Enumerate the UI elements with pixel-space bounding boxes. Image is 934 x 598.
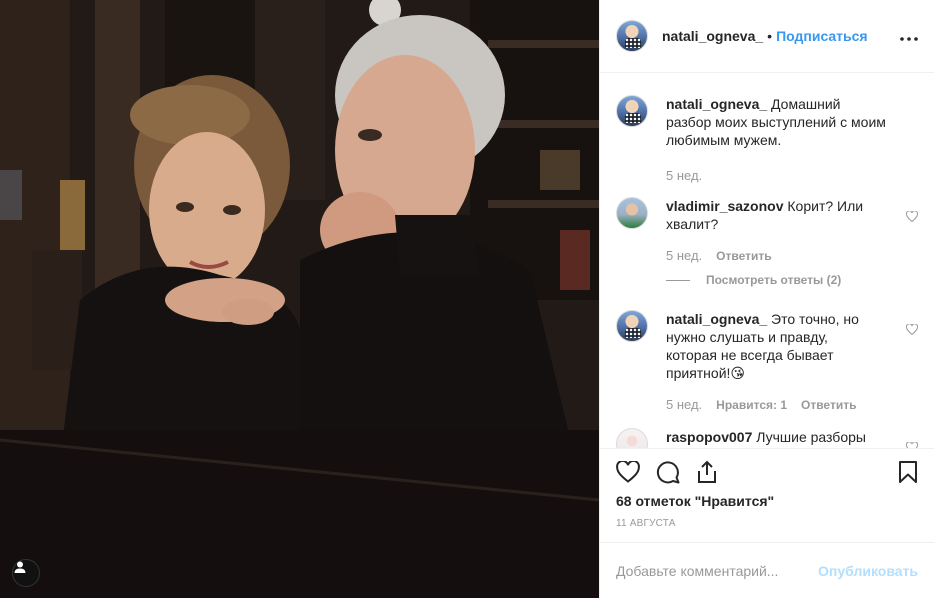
post-header: natali_ogneva_ • Подписаться <box>600 0 934 73</box>
comment-time[interactable]: 5 нед. <box>666 167 702 185</box>
comment-text: Лучшие разборы <box>756 429 866 445</box>
comment-likes[interactable]: Нравится: 1 <box>716 396 787 414</box>
photo-illustration <box>0 0 599 598</box>
header-separator: • <box>767 28 773 44</box>
commenter-avatar[interactable] <box>616 428 648 448</box>
like-icon[interactable] <box>616 453 656 491</box>
bookmark-icon[interactable] <box>878 453 918 491</box>
comment-icon[interactable] <box>656 453 696 491</box>
comment-like-icon[interactable] <box>905 322 919 338</box>
reply-button[interactable]: Ответить <box>801 396 856 414</box>
caption-comment: natali_ogneva_ Домашний разбор моих выст… <box>616 95 918 185</box>
post-actions: 68 отметок "Нравится" 11 августа Опублик… <box>600 448 934 598</box>
add-comment-bar: Опубликовать <box>600 542 934 598</box>
comment-username[interactable]: vladimir_sazonov <box>666 198 784 214</box>
reply-button[interactable]: Ответить <box>716 247 771 265</box>
likes-count[interactable]: 68 отметок "Нравится" <box>616 493 918 509</box>
comment-time[interactable]: 5 нед. <box>666 247 702 265</box>
commenter-avatar[interactable] <box>616 310 648 342</box>
action-icons <box>616 453 918 491</box>
commenter-avatar[interactable] <box>616 197 648 229</box>
commenter-avatar[interactable] <box>616 95 648 127</box>
post-side-panel: natali_ogneva_ • Подписаться natali_ogne… <box>599 0 934 598</box>
comment-like-icon[interactable] <box>905 209 919 225</box>
comment-username[interactable]: raspopov007 <box>666 429 752 445</box>
post-date[interactable]: 11 августа <box>616 518 918 529</box>
comment-input[interactable] <box>616 562 819 579</box>
comment-item: raspopov007 Лучшие разборы <box>616 428 919 448</box>
follow-button[interactable]: Подписаться <box>776 28 868 44</box>
comment-username[interactable]: natali_ogneva_ <box>666 311 767 327</box>
replies-divider <box>666 279 690 281</box>
post-modal: natali_ogneva_ • Подписаться natali_ogne… <box>0 0 934 598</box>
post-photo[interactable] <box>0 0 599 598</box>
view-replies-label: Посмотреть ответы (2) <box>706 273 842 287</box>
comment-item: vladimir_sazonov Корит? Или хвалит? 5 не… <box>616 197 919 265</box>
view-replies-button[interactable]: Посмотреть ответы (2) <box>666 273 918 287</box>
author-avatar[interactable] <box>616 20 648 52</box>
comment-time[interactable]: 5 нед. <box>666 396 702 414</box>
share-icon[interactable] <box>696 453 736 491</box>
comments-list[interactable]: natali_ogneva_ Домашний разбор моих выст… <box>600 73 934 448</box>
author-username[interactable]: natali_ogneva_ <box>662 28 763 44</box>
publish-button[interactable]: Опубликовать <box>818 563 918 579</box>
comment-item: natali_ogneva_ Это точно, но нужно слуша… <box>616 310 919 414</box>
comment-like-icon[interactable] <box>905 440 919 448</box>
comment-username[interactable]: natali_ogneva_ <box>666 96 767 112</box>
ellipsis-icon[interactable] <box>900 28 918 44</box>
user-tag-icon[interactable] <box>12 559 40 587</box>
